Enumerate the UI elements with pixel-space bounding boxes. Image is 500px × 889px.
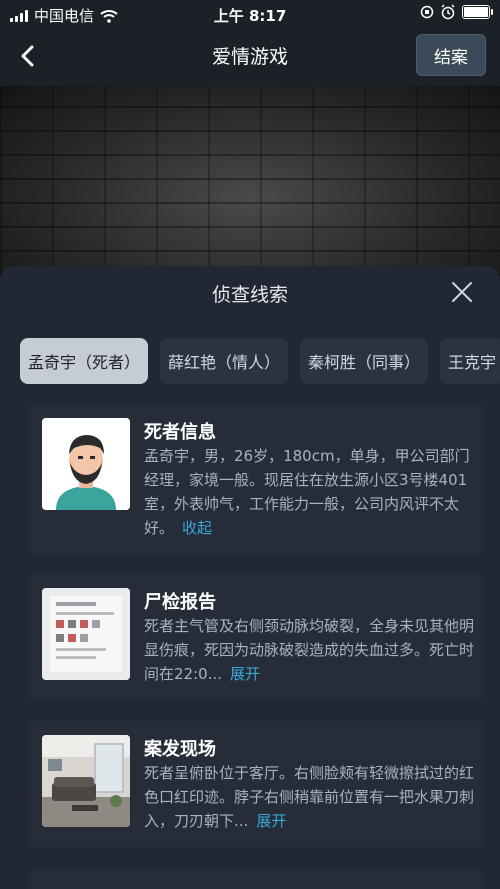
status-bar: 中国电信 上午 8:17 bbox=[0, 0, 500, 28]
clue-card-partial[interactable] bbox=[28, 869, 484, 889]
card-title: 案发现场 bbox=[144, 739, 216, 760]
close-icon[interactable] bbox=[450, 280, 474, 304]
tab-qinkesheng[interactable]: 秦柯胜（同事） bbox=[300, 338, 429, 384]
card-body: 死者主气管及右侧颈动脉均破裂，全身未见其他明显伤痕，死因为动脉破裂造成的失血过多… bbox=[144, 614, 474, 686]
status-right bbox=[420, 4, 493, 20]
avatar-icon bbox=[42, 418, 130, 510]
clue-card-victim-info[interactable]: 死者信息 孟奇宇，男，26岁，180cm，单身，甲公司部门经理，家境一般。现居住… bbox=[28, 404, 484, 554]
card-body: 孟奇宇，男，26岁，180cm，单身，甲公司部门经理，家境一般。现居住在放生源小… bbox=[144, 444, 474, 540]
expand-link[interactable]: 展开 bbox=[230, 665, 260, 683]
close-case-button[interactable]: 结案 bbox=[416, 34, 486, 76]
nav-bar: 爱情游戏 结案 bbox=[0, 28, 500, 84]
orientation-lock-icon bbox=[420, 5, 434, 19]
tab-mengqiyu[interactable]: 孟奇宇（死者） bbox=[20, 338, 149, 384]
card-title: 尸检报告 bbox=[144, 592, 216, 613]
alarm-icon bbox=[441, 4, 455, 20]
battery-icon bbox=[462, 5, 493, 19]
card-title: 死者信息 bbox=[144, 422, 216, 443]
clue-card-autopsy-report[interactable]: 尸检报告 死者主气管及右侧颈动脉均破裂，全身未见其他明显伤痕，死因为动脉破裂造成… bbox=[28, 574, 484, 700]
sheet-title: 侦查线索 bbox=[211, 284, 288, 306]
clues-sheet: 侦查线索 孟奇宇（死者） 薛红艳（情人） 秦柯胜（同事） 王克宇 死者信息 孟奇宇，男… bbox=[0, 266, 500, 889]
brick-wall-background bbox=[0, 86, 500, 276]
tab-xuehongyan[interactable]: 薛红艳（情人） bbox=[160, 338, 289, 384]
sheet-header: 侦查线索 bbox=[0, 266, 500, 320]
card-body-text: 死者呈俯卧位于客厅。右侧脸颊有轻微擦拭过的红色口红印迹。脖子右侧稍靠前位置有一把… bbox=[144, 764, 475, 830]
card-body: 死者呈俯卧位于客厅。右侧脸颊有轻微擦拭过的红色口红印迹。脖子右侧稍靠前位置有一把… bbox=[144, 761, 474, 833]
clue-card-crime-scene[interactable]: 案发现场 死者呈俯卧位于客厅。右侧脸颊有轻微擦拭过的红色口红印迹。脖子右侧稍靠前… bbox=[28, 721, 484, 847]
report-document-icon bbox=[42, 588, 130, 680]
living-room-photo-icon bbox=[42, 735, 130, 827]
suspect-tabs: 孟奇宇（死者） 薛红艳（情人） 秦柯胜（同事） 王克宇 bbox=[20, 338, 500, 386]
card-body-text: 死者主气管及右侧颈动脉均破裂，全身未见其他明显伤痕，死因为动脉破裂造成的失血过多… bbox=[144, 617, 475, 683]
tab-wangkeyu[interactable]: 王克宇 bbox=[440, 338, 500, 384]
expand-link[interactable]: 展开 bbox=[256, 812, 286, 830]
collapse-link[interactable]: 收起 bbox=[182, 519, 212, 537]
